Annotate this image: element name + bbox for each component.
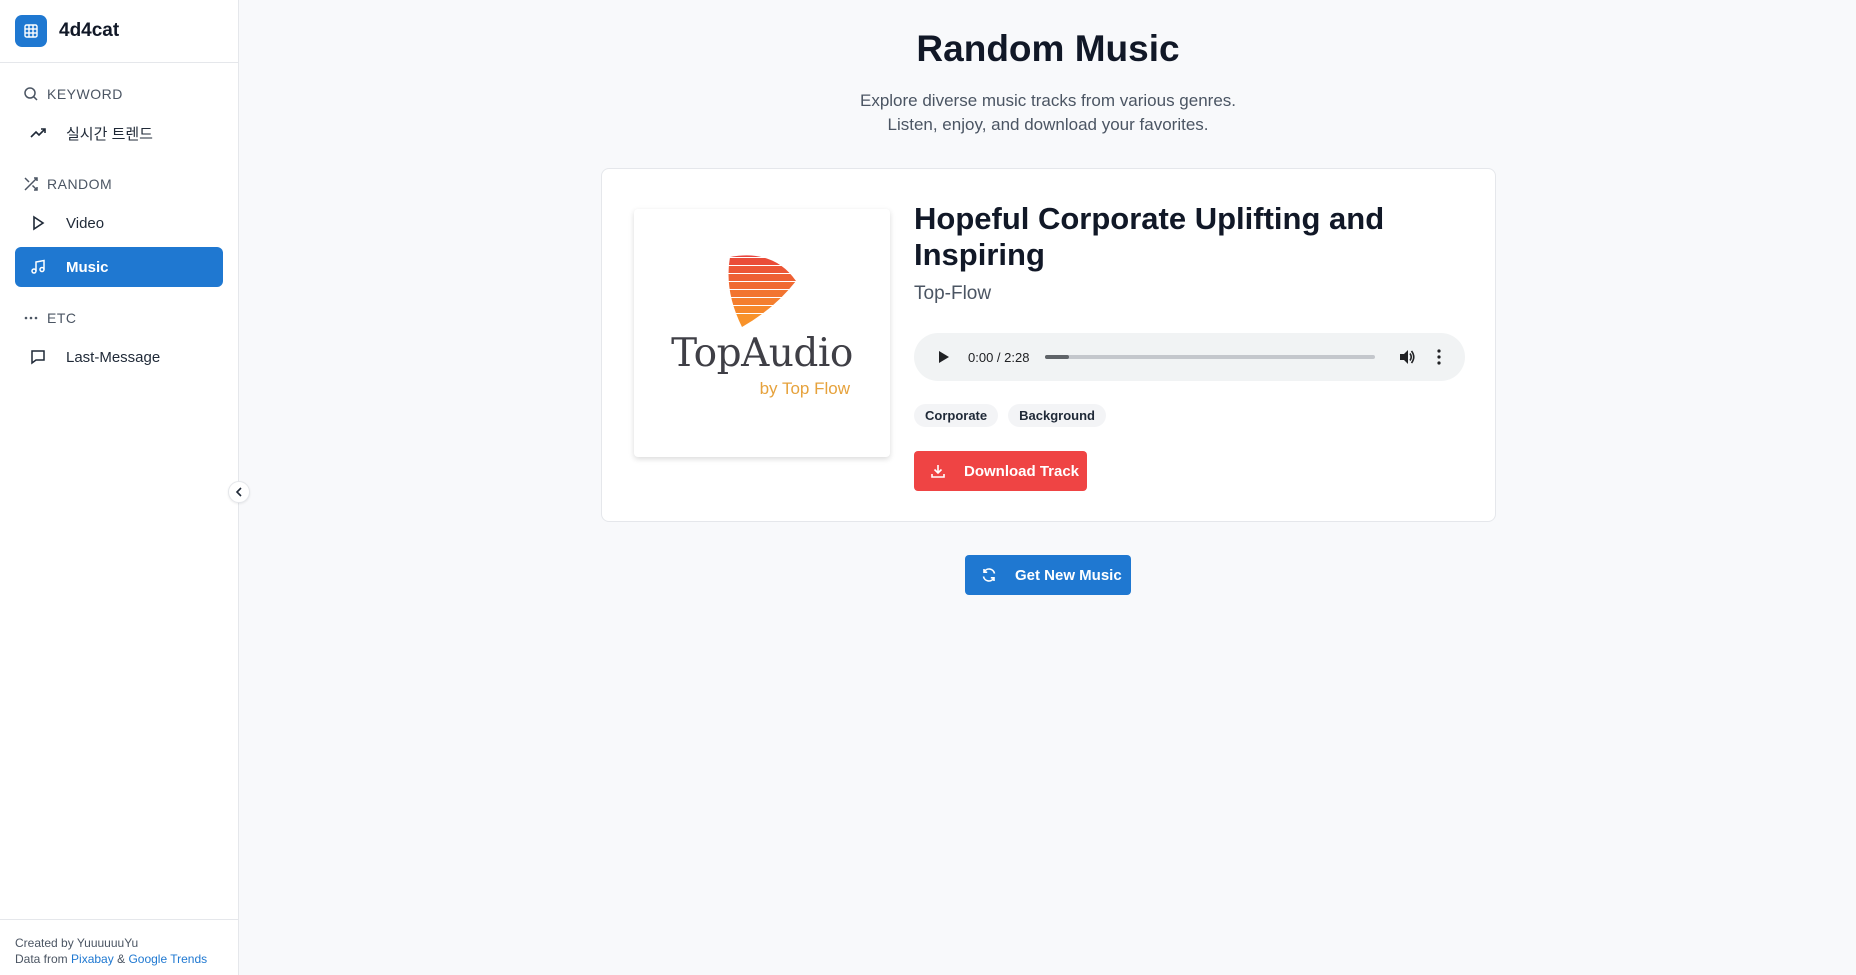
track-title: Hopeful Corporate Uplifting and Inspirin… (914, 201, 1385, 272)
tag-background: Background (1008, 404, 1106, 427)
tag-corporate: Corporate (914, 404, 999, 427)
footer-data-from: Data from Pixabay & Google Trends (15, 951, 239, 967)
page-title: Random Music (916, 28, 1180, 69)
subtitle-line-1: Explore diverse music tracks from variou… (859, 91, 1237, 110)
section-label-text: RANDOM (47, 176, 113, 192)
track-artist: Top-Flow (914, 283, 992, 304)
player-progress-bar[interactable] (1045, 355, 1376, 359)
album-art-sub-text: by Top Flow (759, 379, 850, 398)
main-content: Random Music Explore diverse music track… (240, 0, 1856, 975)
sidebar-item-label: Video (66, 214, 105, 232)
player-time: 0:00 / 2:28 (968, 349, 1030, 365)
get-new-music-button[interactable]: Get New Music (965, 555, 1131, 595)
track-tags: Corporate Background (914, 404, 1106, 427)
music-note-icon (31, 259, 45, 274)
footer-created: Created by YuuuuuuYu (15, 936, 139, 950)
album-art-logo-text: TopAudio (671, 331, 853, 376)
page-subtitle: Explore diverse music tracks from variou… (240, 89, 1856, 137)
download-track-button[interactable]: Download Track (914, 451, 1087, 491)
subtitle-line-2: Listen, enjoy, and download your favorit… (887, 115, 1209, 134)
sidebar-item-music[interactable]: Music (15, 247, 223, 287)
track-card: TopAudio by Top Flow Hopeful Corporate U… (601, 168, 1496, 522)
sidebar-item-label: Music (66, 258, 109, 276)
message-icon (31, 350, 45, 365)
volume-icon (1400, 350, 1415, 364)
sidebar-footer: Created by YuuuuuuYu Data from Pixabay &… (0, 919, 239, 975)
brand[interactable]: 4d4cat (0, 0, 238, 63)
sidebar: 4d4cat KEYWORD 실시간 트렌드 RANDOM Video Musi… (0, 0, 239, 975)
download-icon (931, 465, 945, 478)
volume-button[interactable] (1397, 347, 1417, 367)
sidebar-item-label: Last-Message (66, 348, 161, 366)
sidebar-item-video[interactable]: Video (15, 203, 223, 243)
footer-link-google-trends[interactable]: Google Trends (128, 952, 207, 966)
section-label-random: RANDOM (0, 169, 238, 199)
section-label-etc: ETC (0, 303, 238, 333)
play-icon (939, 351, 949, 363)
trending-icon (30, 128, 46, 138)
grid-icon (15, 15, 47, 47)
sidebar-item-trends[interactable]: 실시간 트렌드 (15, 113, 223, 153)
sidebar-item-label: 실시간 트렌드 (66, 125, 153, 143)
album-art: TopAudio by Top Flow (634, 209, 890, 457)
player-progress-fill (1045, 355, 1069, 359)
brand-name: 4d4cat (59, 20, 120, 41)
more-vertical-icon (1437, 349, 1442, 365)
search-icon (24, 87, 38, 101)
play-button[interactable] (934, 347, 954, 367)
footer-amp: & (117, 952, 126, 966)
refresh-icon (982, 568, 996, 582)
footer-link-pixabay[interactable]: Pixabay (71, 952, 114, 966)
footer-data-label: Data from (15, 952, 68, 966)
download-track-label: Download Track (964, 462, 1080, 480)
section-label-keyword: KEYWORD (0, 79, 238, 109)
section-label-text: KEYWORD (47, 86, 123, 102)
audio-player: 0:00 / 2:28 (914, 333, 1465, 381)
player-more-button[interactable] (1429, 347, 1449, 367)
get-new-music-label: Get New Music (1015, 566, 1122, 584)
ellipsis-icon (24, 316, 38, 320)
section-label-text: ETC (47, 310, 77, 326)
play-icon (33, 215, 45, 231)
shuffle-icon (24, 177, 38, 191)
sidebar-item-last-message[interactable]: Last-Message (15, 337, 223, 377)
